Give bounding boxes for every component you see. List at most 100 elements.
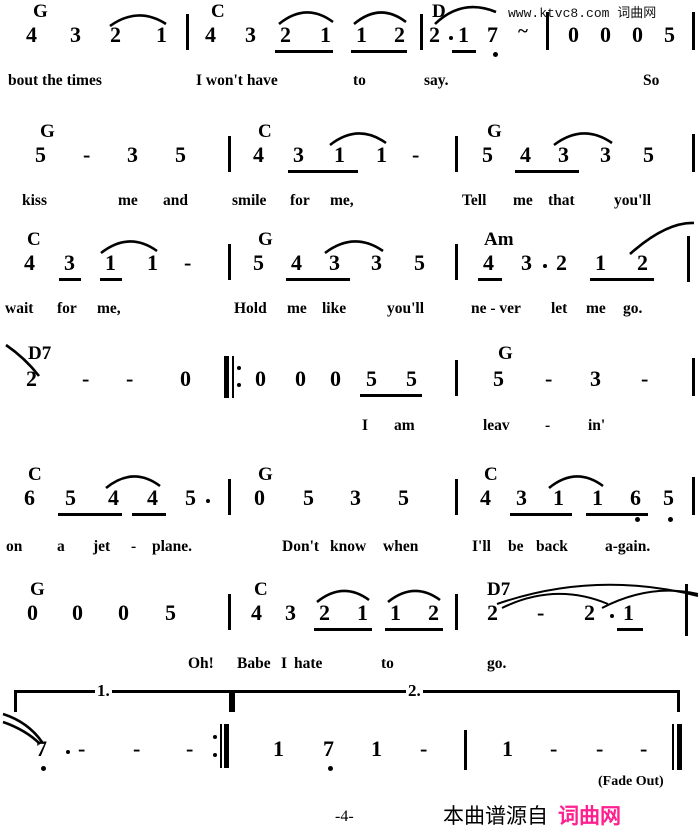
note: 4 xyxy=(253,142,264,167)
note: 1 xyxy=(371,736,382,761)
watermark-bottom-highlight: 词曲网 xyxy=(558,804,621,828)
lyric: you'll xyxy=(614,192,652,209)
slur-icon xyxy=(629,221,695,255)
beam xyxy=(59,278,81,281)
lyric: a xyxy=(57,538,65,555)
note: 3 xyxy=(558,142,569,167)
beam xyxy=(314,628,372,631)
note-dash: - xyxy=(640,736,648,761)
note-dash: - xyxy=(420,736,428,761)
note: 1 xyxy=(147,250,158,275)
lyric: me, xyxy=(97,300,121,317)
lyric: ne - ver xyxy=(471,300,521,317)
lyric: I xyxy=(362,417,369,434)
note: 1 xyxy=(376,142,387,167)
sheet-music-page: www.ktvc8.com 词曲网 G 4 3 2 1 C 4 3 2 1 1 … xyxy=(0,0,700,837)
beam xyxy=(100,278,122,281)
note: 0 xyxy=(568,22,579,47)
note: 7 xyxy=(487,22,498,47)
chord-c: C xyxy=(27,229,41,250)
watermark-bottom: 本曲谱源自 词曲网 xyxy=(443,800,621,830)
note: 3 xyxy=(590,366,601,391)
octave-low-dot xyxy=(668,517,673,522)
lyric: when xyxy=(383,538,419,555)
slur-icon xyxy=(501,592,609,609)
note: 1 xyxy=(595,250,606,275)
beam xyxy=(478,278,502,281)
beam xyxy=(58,513,122,516)
note: 5 xyxy=(493,366,504,391)
note: 0 xyxy=(180,366,191,391)
lyric: you'll xyxy=(387,300,425,317)
octave-low-dot xyxy=(493,52,498,57)
slur-icon xyxy=(109,14,167,28)
chord-g: G xyxy=(33,1,48,22)
note: 4 xyxy=(24,250,35,275)
note: 4 xyxy=(251,600,262,625)
note: 0 xyxy=(600,22,611,47)
note: 5 xyxy=(664,22,675,47)
note: 0 xyxy=(295,366,306,391)
beam xyxy=(590,278,654,281)
lyric: wait xyxy=(5,300,34,317)
chord-d7: D7 xyxy=(28,343,52,364)
note-dash: - xyxy=(596,736,604,761)
note: 3 xyxy=(245,22,256,47)
note: 2 xyxy=(428,600,439,625)
octave-low-dot xyxy=(41,766,46,771)
note: 4 xyxy=(147,485,158,510)
note: 5 xyxy=(643,142,654,167)
lyric: Don't xyxy=(282,538,320,555)
note: 2 xyxy=(394,22,405,47)
beam xyxy=(515,170,579,173)
lyric: me xyxy=(287,300,307,317)
lyric: on xyxy=(6,538,23,555)
lyric: kiss xyxy=(22,192,47,209)
note: 3 xyxy=(293,142,304,167)
note: 1 xyxy=(502,736,513,761)
note: 3 xyxy=(127,142,138,167)
note: 1 xyxy=(553,485,564,510)
slur-icon xyxy=(316,589,370,604)
augmentation-dot xyxy=(543,264,547,268)
note-dash: - xyxy=(78,736,86,761)
note: 7 xyxy=(323,736,334,761)
barline xyxy=(455,360,458,396)
note-dash: - xyxy=(550,736,558,761)
system-7-endings: 1. 7 - - - 2. 1 7 1 - 1 - - - xyxy=(0,668,700,798)
barline xyxy=(455,136,458,172)
barline xyxy=(687,236,690,282)
lyric: me, xyxy=(330,192,354,209)
note: 1 xyxy=(334,142,345,167)
note: 5 xyxy=(165,600,176,625)
lyric: Hold xyxy=(234,300,267,317)
barline xyxy=(228,244,231,280)
note: 0 xyxy=(254,485,265,510)
ending-2-label: 2. xyxy=(406,681,423,700)
system-6: G 0 0 0 5 C 4 3 2 1 1 2 D7 2 - 2 1 Oh! B… xyxy=(0,560,700,671)
note: 1 xyxy=(357,600,368,625)
repeat-end-sign[interactable] xyxy=(213,724,233,768)
chord-g: G xyxy=(498,343,513,364)
note-dash: - xyxy=(82,366,90,391)
beam xyxy=(275,50,333,53)
note: 5 xyxy=(482,142,493,167)
note: 5 xyxy=(406,366,417,391)
chord-am: Am xyxy=(484,229,514,250)
lyric: So xyxy=(643,72,660,89)
slur-icon xyxy=(548,475,604,490)
octave-low-dot xyxy=(635,517,640,522)
note: 2 xyxy=(429,22,440,47)
barline xyxy=(228,479,231,515)
system-5: C 6 5 4 4 5 G 0 5 3 5 C 4 3 1 1 6 5 on a… xyxy=(0,443,700,555)
note: 5 xyxy=(253,250,264,275)
note: 5 xyxy=(175,142,186,167)
slur-icon xyxy=(100,240,158,255)
note: 1 xyxy=(390,600,401,625)
augmentation-dot xyxy=(66,750,70,754)
note: 5 xyxy=(398,485,409,510)
chord-c: C xyxy=(211,1,225,22)
fade-out-direction: (Fade Out) xyxy=(598,774,664,789)
note: 3 xyxy=(64,250,75,275)
beam xyxy=(617,628,643,631)
